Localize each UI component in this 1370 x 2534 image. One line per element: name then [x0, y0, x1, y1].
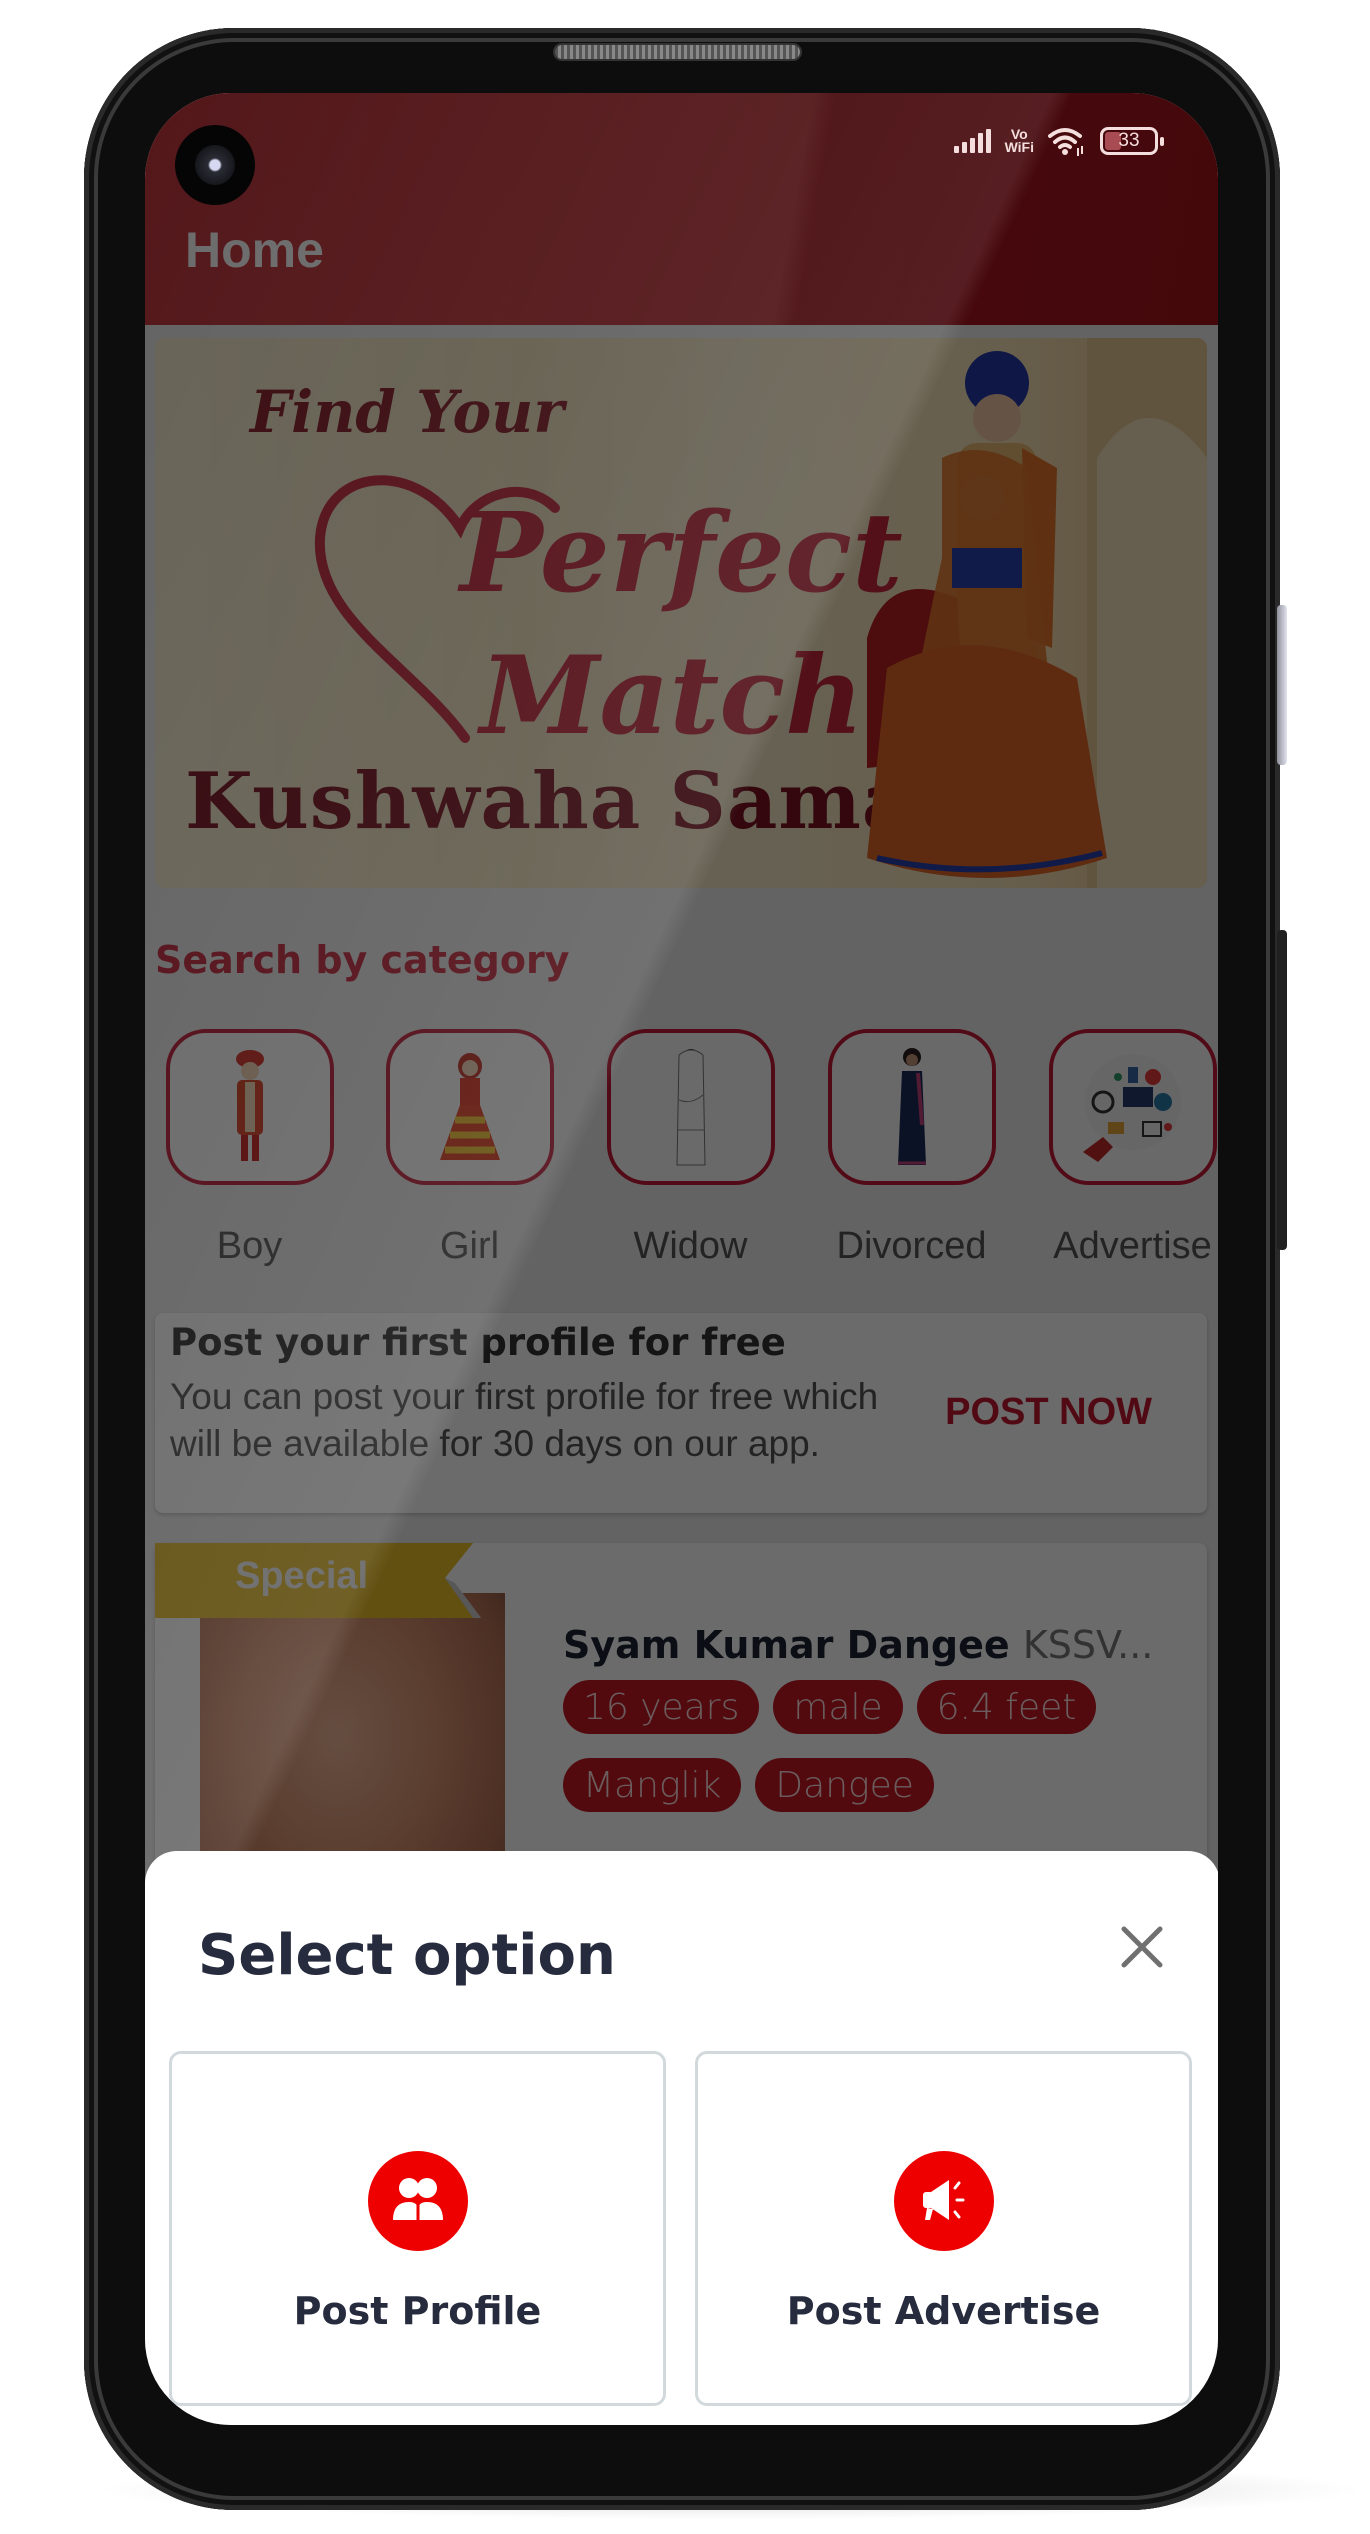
volume-button [1277, 605, 1287, 765]
status-bar: Vo WiFi 33 [953, 123, 1164, 159]
vowifi-bottom: WiFi [1004, 139, 1034, 155]
select-option-sheet: Select option Post Profile Post Advertis… [145, 1851, 1218, 2425]
earpiece-speaker [555, 45, 800, 59]
battery-level: 33 [1118, 130, 1140, 151]
post-profile-label: Post Profile [293, 2289, 542, 2333]
users-icon [367, 2151, 468, 2251]
close-icon[interactable] [1114, 1919, 1170, 1975]
front-camera [175, 125, 255, 205]
power-button [1277, 930, 1287, 1250]
battery-icon: 33 [1100, 127, 1164, 155]
post-advertise-label: Post Advertise [786, 2289, 1101, 2333]
phone-screen: Home Vo WiFi 33 Find Your Perfect Match … [145, 93, 1218, 2425]
signal-icon [953, 129, 991, 153]
megaphone-icon [893, 2151, 994, 2251]
post-advertise-option[interactable]: Post Advertise [695, 2051, 1192, 2406]
sheet-title: Select option [198, 1923, 616, 1988]
vowifi-icon: Vo WiFi [1004, 127, 1034, 155]
post-profile-option[interactable]: Post Profile [169, 2051, 666, 2406]
wifi-icon [1048, 128, 1083, 156]
